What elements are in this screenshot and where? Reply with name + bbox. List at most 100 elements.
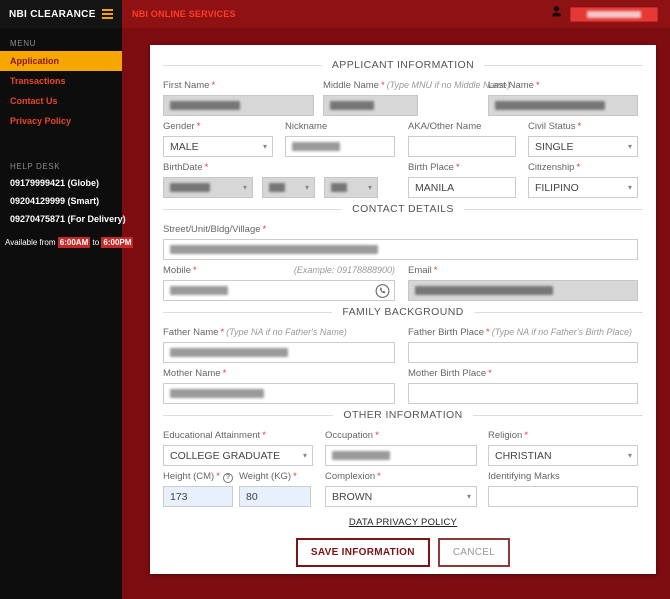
education-row: Educational Attainment * COLLEGE GRADUATE… — [163, 430, 643, 466]
masked-value — [170, 389, 264, 398]
citizenship-label: Citizenship — [528, 162, 575, 173]
father-name-label: Father Name — [163, 327, 219, 338]
masked-value — [170, 245, 378, 254]
birth-place-input[interactable] — [408, 177, 516, 198]
chevron-down-icon: ▾ — [627, 451, 632, 460]
identifying-marks-input[interactable] — [488, 486, 638, 507]
availability-note: Available from 6:00AM to 6:00PM — [5, 237, 134, 248]
section-family-background: FAMILY BACKGROUND — [163, 306, 644, 318]
educational-attainment-select[interactable]: COLLEGE GRADUATE ▾ — [163, 445, 313, 466]
height-input[interactable] — [163, 486, 233, 507]
section-contact-details: CONTACT DETAILS — [163, 203, 643, 215]
chevron-down-icon: ▾ — [304, 183, 309, 192]
masked-value — [292, 142, 340, 151]
complexion-select[interactable]: BROWN ▾ — [325, 486, 477, 507]
masked-value — [170, 286, 228, 295]
educational-attainment-label: Educational Attainment — [163, 430, 261, 441]
sidebar-item-privacy-policy[interactable]: Privacy Policy — [0, 111, 122, 131]
middle-name-input[interactable] — [323, 95, 418, 116]
chevron-down-icon: ▾ — [627, 142, 632, 151]
father-name-input[interactable] — [163, 342, 395, 363]
complexion-label: Complexion — [325, 471, 376, 482]
identifying-marks-label: Identifying Marks — [488, 471, 560, 482]
masked-value — [332, 451, 390, 460]
physical-row: Height (CM)*? Weight (KG)* Complexion* B… — [163, 471, 643, 507]
helpdesk-phone-globe: 09179999421 (Globe) — [10, 178, 100, 188]
sidebar-item-application[interactable]: Application — [0, 51, 122, 71]
brand-block: NBI CLEARANCE — [0, 0, 122, 28]
data-privacy-policy-link[interactable]: DATA PRIVACY POLICY — [349, 517, 457, 528]
nickname-label: Nickname — [285, 121, 328, 132]
street-label: Street/Unit/Bldg/Village — [163, 224, 261, 235]
gender-row: Gender * MALE ▾ Nickname AKA/Other Name Ci… — [163, 121, 643, 157]
save-information-button[interactable]: SAVE INFORMATION — [295, 538, 430, 567]
citizenship-select[interactable]: FILIPINO ▾ — [528, 177, 638, 198]
application-form-card: APPLICANT INFORMATION First Name * Middle… — [150, 45, 656, 574]
father-name-hint: (Type NA if no Father's Name) — [226, 327, 347, 337]
father-birth-place-label: Father Birth Place — [408, 327, 485, 338]
mother-name-label: Mother Name — [163, 368, 221, 379]
menu-icon[interactable] — [102, 9, 113, 19]
aka-label: AKA/Other Name — [408, 121, 482, 132]
last-name-input[interactable] — [488, 95, 638, 116]
occupation-input[interactable] — [325, 445, 477, 466]
street-row: Street/Unit/Bldg/Village * — [163, 224, 643, 260]
street-input[interactable] — [163, 239, 638, 260]
email-input[interactable] — [408, 280, 638, 301]
masked-value — [331, 183, 347, 192]
first-name-label: First Name — [163, 80, 210, 91]
first-name-input[interactable] — [163, 95, 314, 116]
sidebar-item-transactions[interactable]: Transactions — [0, 71, 122, 91]
occupation-label: Occupation — [325, 430, 374, 441]
privacy-row: DATA PRIVACY POLICY — [163, 512, 643, 530]
birth-year-select[interactable]: ▾ — [324, 177, 378, 198]
religion-label: Religion — [488, 430, 523, 441]
aka-input[interactable] — [408, 136, 516, 157]
civil-status-label: Civil Status — [528, 121, 576, 132]
mobile-input[interactable] — [163, 280, 395, 301]
helpdesk-heading: HELP DESK — [10, 162, 61, 171]
masked-value — [495, 101, 605, 110]
section-applicant-information: APPLICANT INFORMATION — [163, 59, 644, 71]
civil-status-select[interactable]: SINGLE ▾ — [528, 136, 638, 157]
religion-select[interactable]: CHRISTIAN ▾ — [488, 445, 638, 466]
masked-value — [269, 183, 285, 192]
close-time: 6:00PM — [101, 237, 134, 248]
cancel-button[interactable]: CANCEL — [437, 538, 511, 567]
middle-name-label: Middle Name — [323, 80, 379, 91]
masked-value — [415, 286, 553, 295]
brand-logo: NBI CLEARANCE — [9, 8, 96, 20]
birth-place-label: Birth Place — [408, 162, 454, 173]
button-row: SAVE INFORMATION CANCEL — [163, 538, 643, 567]
gender-select[interactable]: MALE ▾ — [163, 136, 273, 157]
email-label: Email — [408, 265, 432, 276]
weight-input[interactable] — [239, 486, 311, 507]
nickname-input[interactable] — [285, 136, 395, 157]
chevron-down-icon: ▾ — [367, 183, 372, 192]
sidebar-item-contact-us[interactable]: Contact Us — [0, 91, 122, 111]
chevron-down-icon: ▾ — [466, 492, 471, 501]
mobile-hint: (Example: 09178888900) — [293, 265, 395, 275]
mother-name-input[interactable] — [163, 383, 395, 404]
last-name-label: Last Name — [488, 80, 534, 91]
sidebar: MENU Application Transactions Contact Us… — [0, 28, 134, 599]
account-button[interactable] — [570, 6, 658, 22]
helpdesk-phone-smart: 09204129999 (Smart) — [10, 196, 100, 206]
header-right — [550, 5, 670, 23]
chevron-down-icon: ▾ — [242, 183, 247, 192]
father-birth-place-hint: (Type NA if no Father's Birth Place) — [491, 327, 633, 337]
birthdate-label: BirthDate — [163, 162, 203, 173]
user-icon — [550, 5, 563, 23]
masked-account-name — [587, 10, 641, 18]
birth-day-select[interactable]: ▾ — [262, 177, 315, 198]
father-birth-place-input[interactable] — [408, 342, 638, 363]
birth-row: BirthDate* ▾ ▾ ▾ Birth Place* Citizenshi… — [163, 162, 643, 198]
chevron-down-icon: ▾ — [262, 142, 267, 151]
section-other-information: OTHER INFORMATION — [163, 409, 643, 421]
mother-birth-place-input[interactable] — [408, 383, 638, 404]
help-icon[interactable]: ? — [223, 473, 233, 483]
birth-month-select[interactable]: ▾ — [163, 177, 253, 198]
masked-value — [170, 183, 210, 192]
mother-row: Mother Name * Mother Birth Place * — [163, 368, 643, 404]
menu-heading: MENU — [10, 39, 36, 48]
